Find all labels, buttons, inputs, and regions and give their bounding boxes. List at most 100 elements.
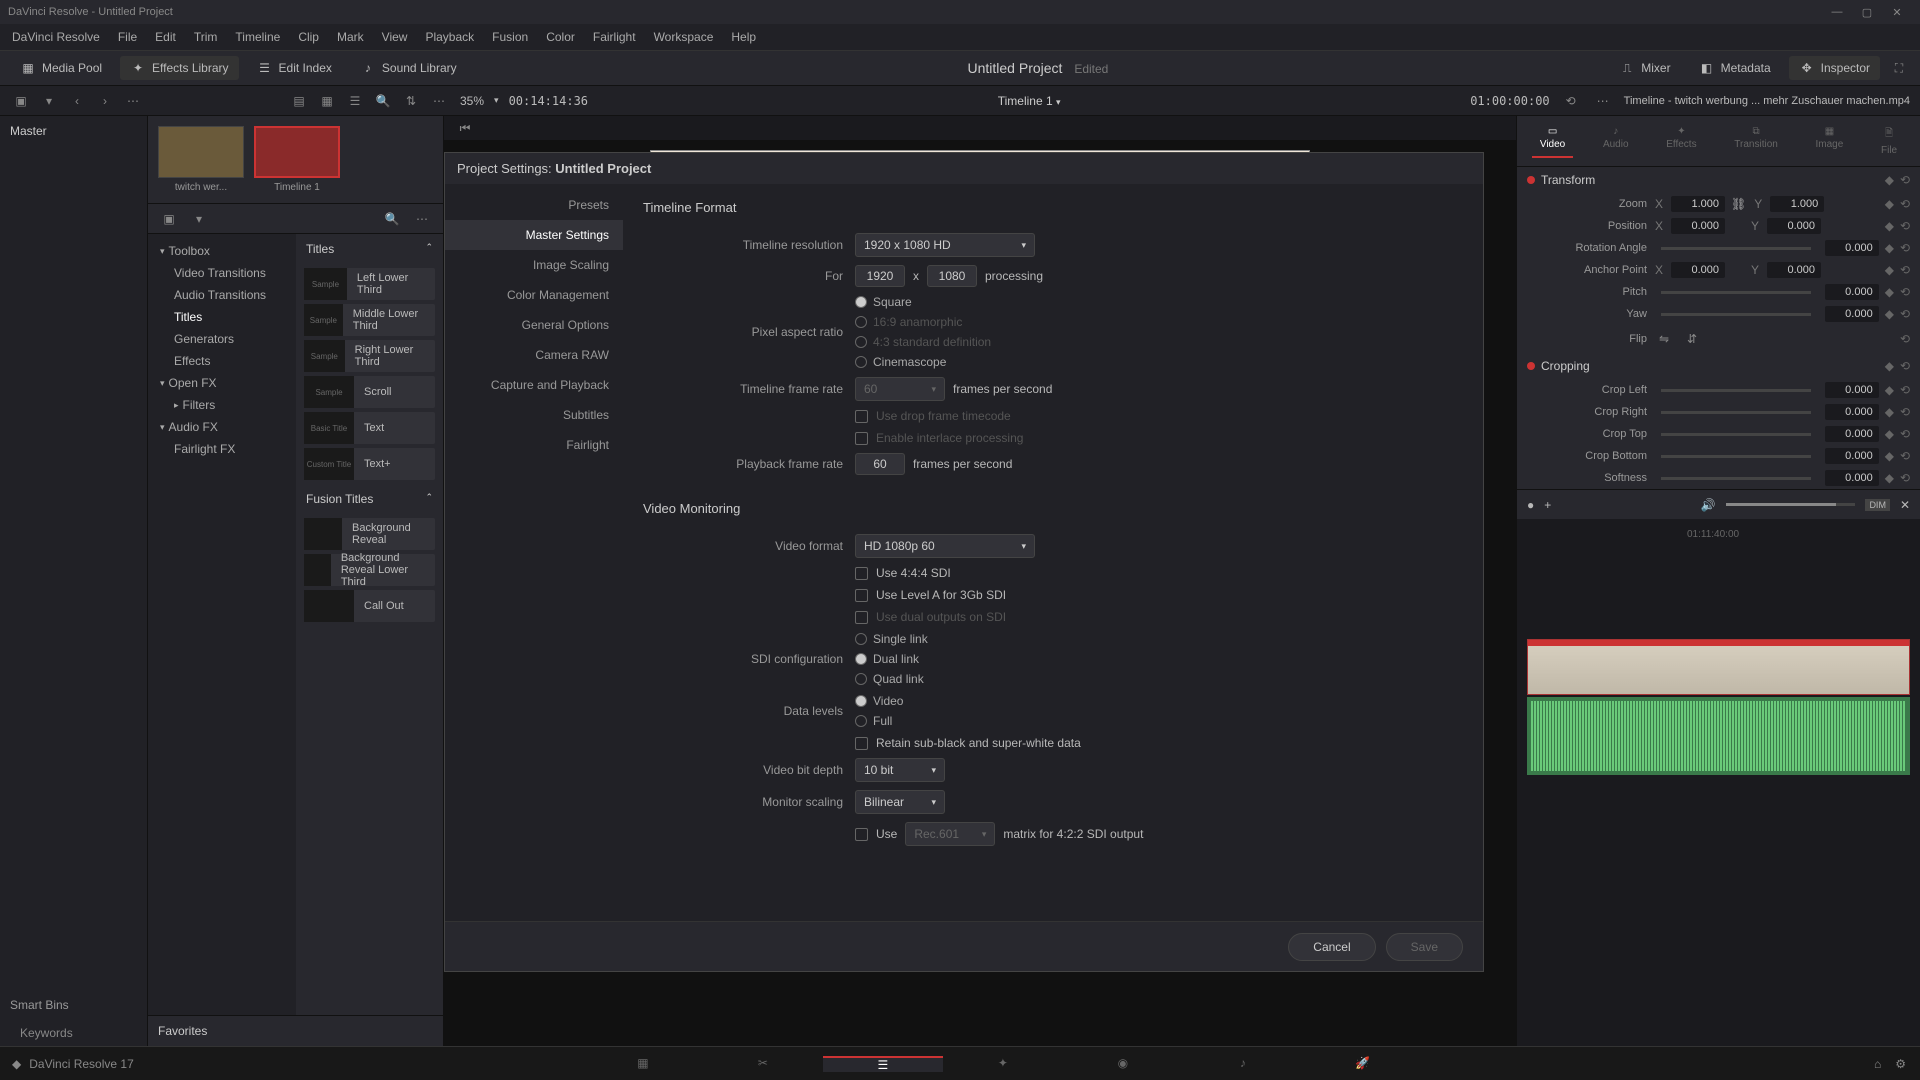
nav-master-settings[interactable]: Master Settings: [445, 220, 623, 250]
fairlight-page-tab[interactable]: ♪: [1183, 1056, 1303, 1070]
zoom-x-input[interactable]: 1.000: [1671, 196, 1725, 212]
title-item[interactable]: SampleRight Lower Third: [304, 340, 435, 372]
pos-y-input[interactable]: 0.000: [1767, 218, 1821, 234]
reset-icon[interactable]: ⟲: [1900, 197, 1910, 211]
fusion-title-item[interactable]: Background Reveal: [304, 518, 435, 550]
menu-item[interactable]: DaVinci Resolve: [4, 26, 108, 48]
minimize-icon[interactable]: —: [1822, 6, 1852, 18]
maximize-icon[interactable]: ▢: [1852, 6, 1882, 19]
nav-camera-raw[interactable]: Camera RAW: [445, 340, 623, 370]
search-icon[interactable]: 🔍: [381, 208, 403, 230]
crop-bottom-input[interactable]: 0.000: [1825, 448, 1879, 464]
menu-item[interactable]: Color: [538, 26, 583, 48]
crop-top-input[interactable]: 0.000: [1825, 426, 1879, 442]
grid-view-icon[interactable]: ▦: [316, 90, 338, 112]
par-cinemascope-radio[interactable]: Cinemascope: [855, 355, 946, 369]
tree-generators[interactable]: Generators: [152, 328, 292, 350]
add-marker-icon[interactable]: +: [1544, 498, 1551, 512]
edit-page-tab[interactable]: ☰: [823, 1056, 943, 1072]
zoom-y-input[interactable]: 1.000: [1770, 196, 1824, 212]
use-matrix-checkbox[interactable]: [855, 828, 868, 841]
mute-icon[interactable]: ✕: [1900, 498, 1910, 512]
home-icon[interactable]: ⌂: [1874, 1057, 1881, 1071]
smart-bins-header[interactable]: Smart Bins: [0, 990, 147, 1020]
more-icon[interactable]: ⋯: [411, 208, 433, 230]
go-to-start-icon[interactable]: ⏮: [454, 117, 476, 139]
more-icon[interactable]: ⋯: [122, 90, 144, 112]
crop-left-slider[interactable]: [1661, 389, 1811, 392]
next-icon[interactable]: ›: [94, 90, 116, 112]
flip-v-icon[interactable]: ⇵: [1681, 328, 1703, 350]
pos-x-input[interactable]: 0.000: [1671, 218, 1725, 234]
keyframe-icon[interactable]: ◆: [1885, 219, 1894, 233]
menu-item[interactable]: Clip: [290, 26, 327, 48]
keyframe-icon[interactable]: ◆: [1885, 197, 1894, 211]
bin-timeline-thumb[interactable]: Timeline 1: [254, 126, 340, 193]
search-icon[interactable]: 🔍: [372, 90, 394, 112]
menu-item[interactable]: Help: [723, 26, 764, 48]
tree-audio-transitions[interactable]: Audio Transitions: [152, 284, 292, 306]
softness-input[interactable]: 0.000: [1825, 470, 1879, 486]
video-track[interactable]: [1527, 639, 1910, 695]
inspector-tab-file[interactable]: 🗎File: [1873, 124, 1905, 158]
levels-full-radio[interactable]: Full: [855, 714, 892, 728]
keywords-bin[interactable]: Keywords: [0, 1020, 147, 1046]
mixer-button[interactable]: ⎍ Mixer: [1609, 56, 1680, 80]
crop-top-slider[interactable]: [1661, 433, 1811, 436]
home-icon[interactable]: ◆: [12, 1057, 21, 1071]
sort-icon[interactable]: ⇅: [400, 90, 422, 112]
reset-icon[interactable]: ⟲: [1900, 307, 1910, 321]
marker-dot-icon[interactable]: ●: [1527, 498, 1534, 512]
menu-item[interactable]: Trim: [186, 26, 226, 48]
list-view-icon[interactable]: ▤: [288, 90, 310, 112]
inspector-tab-audio[interactable]: ♪Audio: [1595, 124, 1637, 158]
media-page-tab[interactable]: ▦: [583, 1056, 703, 1070]
nav-fairlight[interactable]: Fairlight: [445, 430, 623, 460]
cut-page-tab[interactable]: ✂: [703, 1056, 823, 1070]
chevron-down-icon[interactable]: ▾: [38, 90, 60, 112]
gear-icon[interactable]: ⚙: [1895, 1057, 1906, 1071]
viewer-zoom[interactable]: 35%: [460, 94, 484, 108]
video-clip[interactable]: [1527, 639, 1910, 695]
nav-general-options[interactable]: General Options: [445, 310, 623, 340]
volume-slider[interactable]: [1726, 503, 1856, 506]
fusion-title-item[interactable]: Call Out: [304, 590, 435, 622]
flip-h-icon[interactable]: ⇋: [1653, 328, 1675, 350]
timeline-name[interactable]: Timeline 1 ▾: [598, 94, 1460, 108]
reset-icon[interactable]: ⟲: [1900, 241, 1910, 255]
rotation-input[interactable]: 0.000: [1825, 240, 1879, 256]
fusion-page-tab[interactable]: ✦: [943, 1056, 1063, 1070]
reset-icon[interactable]: ⟲: [1900, 471, 1910, 485]
tree-audiofx[interactable]: ▾Audio FX: [152, 416, 292, 438]
crop-right-input[interactable]: 0.000: [1825, 404, 1879, 420]
more-icon[interactable]: ⋯: [1592, 90, 1614, 112]
reset-icon[interactable]: ⟲: [1900, 219, 1910, 233]
close-icon[interactable]: ✕: [1882, 6, 1912, 19]
reset-icon[interactable]: ⟲: [1900, 285, 1910, 299]
fusion-titles-header[interactable]: Fusion Titles⌃: [296, 484, 443, 514]
strip-view-icon[interactable]: ☰: [344, 90, 366, 112]
crop-bottom-slider[interactable]: [1661, 455, 1811, 458]
enable-dot-icon[interactable]: [1527, 176, 1535, 184]
fusion-title-item[interactable]: Background Reveal Lower Third: [304, 554, 435, 586]
use-444-checkbox[interactable]: [855, 567, 868, 580]
nav-color-management[interactable]: Color Management: [445, 280, 623, 310]
edit-index-button[interactable]: ☰ Edit Index: [247, 56, 342, 80]
reset-icon[interactable]: ⟲: [1900, 449, 1910, 463]
audio-track[interactable]: [1527, 697, 1910, 775]
inspector-tab-video[interactable]: ▭Video: [1532, 124, 1573, 158]
rotation-slider[interactable]: [1661, 247, 1811, 250]
sdi-quad-radio[interactable]: Quad link: [855, 672, 924, 686]
video-format-select[interactable]: HD 1080p 60▾: [855, 534, 1035, 558]
cropping-header[interactable]: Cropping◆⟲: [1517, 353, 1920, 379]
keyframe-icon[interactable]: ◆: [1885, 241, 1894, 255]
chevron-down-icon[interactable]: ▾: [494, 95, 499, 106]
reset-icon[interactable]: ⟲: [1900, 332, 1910, 346]
tree-openfx[interactable]: ▾Open FX: [152, 372, 292, 394]
anchor-y-input[interactable]: 0.000: [1767, 262, 1821, 278]
audio-clip[interactable]: [1527, 697, 1910, 775]
metadata-button[interactable]: ◧ Metadata: [1689, 56, 1781, 80]
menu-item[interactable]: Timeline: [227, 26, 288, 48]
reset-icon[interactable]: ⟲: [1900, 359, 1910, 373]
softness-slider[interactable]: [1661, 477, 1811, 480]
